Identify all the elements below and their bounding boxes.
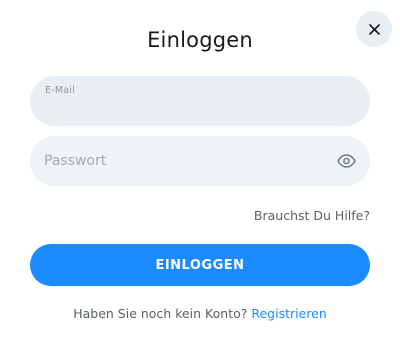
- register-prompt: Haben Sie noch kein Konto? Registrieren: [0, 306, 400, 321]
- email-input[interactable]: [30, 76, 370, 126]
- eye-icon: [336, 154, 356, 168]
- password-input[interactable]: [30, 136, 370, 186]
- toggle-password-visibility-button[interactable]: [336, 151, 356, 171]
- register-link[interactable]: Registrieren: [251, 306, 326, 321]
- dialog-title: Einloggen: [147, 28, 253, 52]
- email-field[interactable]: E-Mail: [30, 76, 370, 126]
- login-dialog: Einloggen E-Mail Brauchst Du Hilfe? EINL…: [0, 0, 400, 346]
- help-link[interactable]: Brauchst Du Hilfe?: [254, 208, 370, 223]
- login-button[interactable]: EINLOGGEN: [30, 244, 370, 286]
- password-field[interactable]: [30, 136, 370, 186]
- register-prompt-text: Haben Sie noch kein Konto?: [73, 306, 248, 321]
